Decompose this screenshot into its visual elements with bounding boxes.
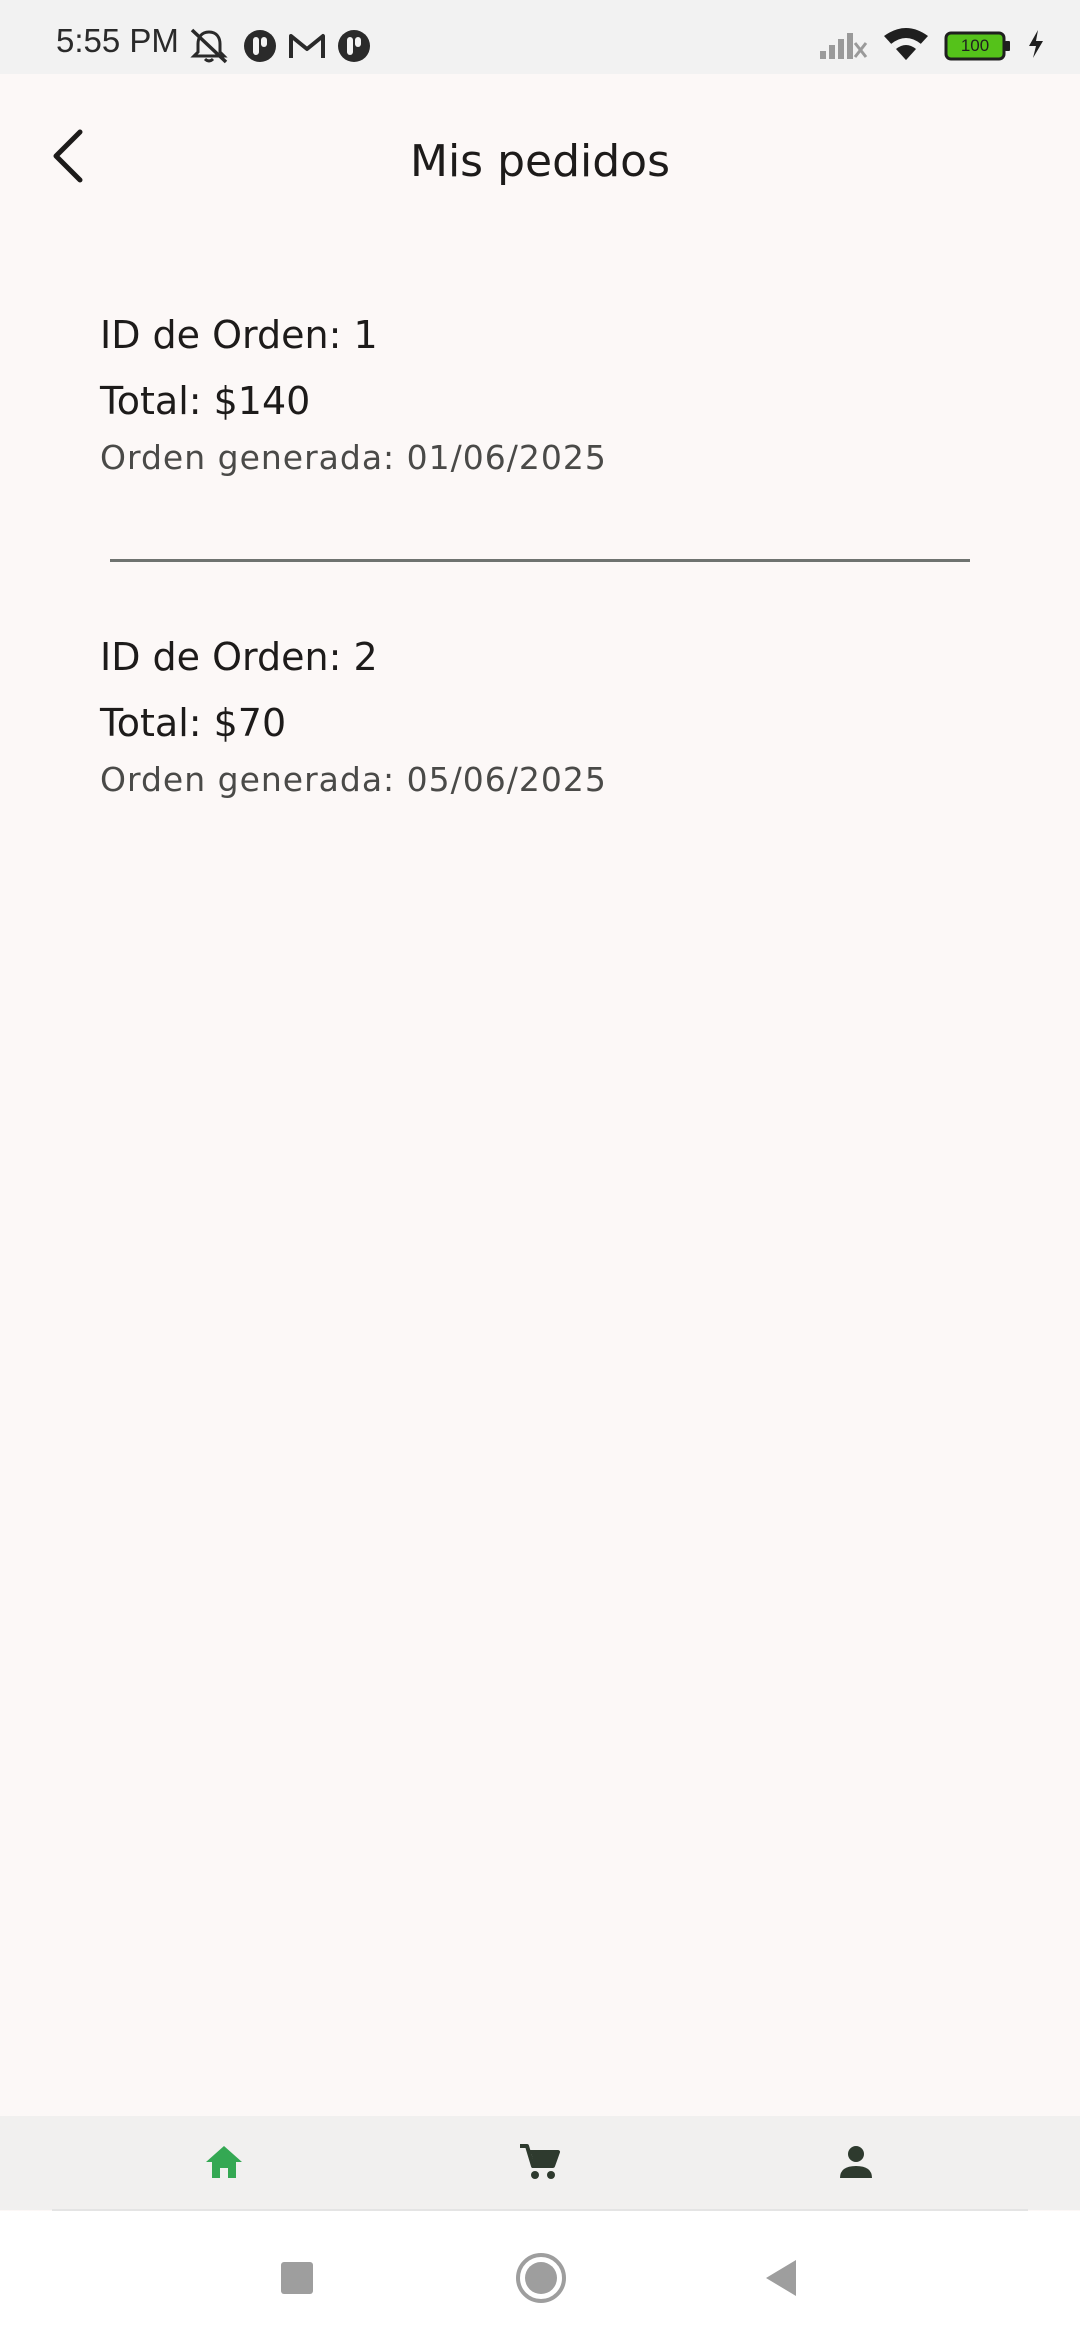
nav-profile[interactable] [816,2136,896,2192]
notification-app-icon [336,28,372,68]
status-right-icons: 100 [818,26,1046,66]
order-id: ID de Orden: 1 [100,313,378,357]
order-total: Total: $70 [100,701,287,745]
bottom-nav [0,2116,1080,2210]
page-title: Mis pedidos [409,136,671,187]
home-system-button[interactable] [506,2245,576,2315]
mute-icon [186,26,232,70]
cart-icon [518,2142,562,2186]
order-id: ID de Orden: 2 [100,635,378,679]
system-nav-bar [0,2211,1080,2340]
order-item[interactable]: ID de Orden: 1 Total: $140 Orden generad… [100,302,980,477]
status-left-icons [186,26,372,70]
wifi-icon [882,26,930,66]
gmail-icon [288,30,326,66]
battery-icon: 100 [944,30,1012,62]
back-system-button[interactable] [746,2245,816,2315]
nav-cart[interactable] [500,2136,580,2192]
status-time: 5:55 PM [56,22,179,59]
order-date: Orden generada: 05/06/2025 [100,760,607,799]
order-date: Orden generada: 01/06/2025 [100,438,607,477]
charging-icon [1026,28,1046,64]
recents-icon [279,2260,315,2300]
home-circle-icon [515,2252,567,2308]
app-bar: Mis pedidos [0,74,1080,254]
notification-app-icon [242,28,278,68]
order-divider [110,559,970,562]
back-triangle-icon [762,2258,800,2302]
home-icon [204,2144,244,2184]
status-bar: 5:55 PM 100 [0,0,1080,74]
order-item[interactable]: ID de Orden: 2 Total: $70 Orden generada… [100,624,980,799]
battery-level: 100 [960,36,990,55]
profile-icon [838,2144,874,2184]
nav-home[interactable] [184,2136,264,2192]
recents-button[interactable] [262,2245,332,2315]
signal-icon [818,27,868,65]
order-total: Total: $140 [100,379,311,423]
